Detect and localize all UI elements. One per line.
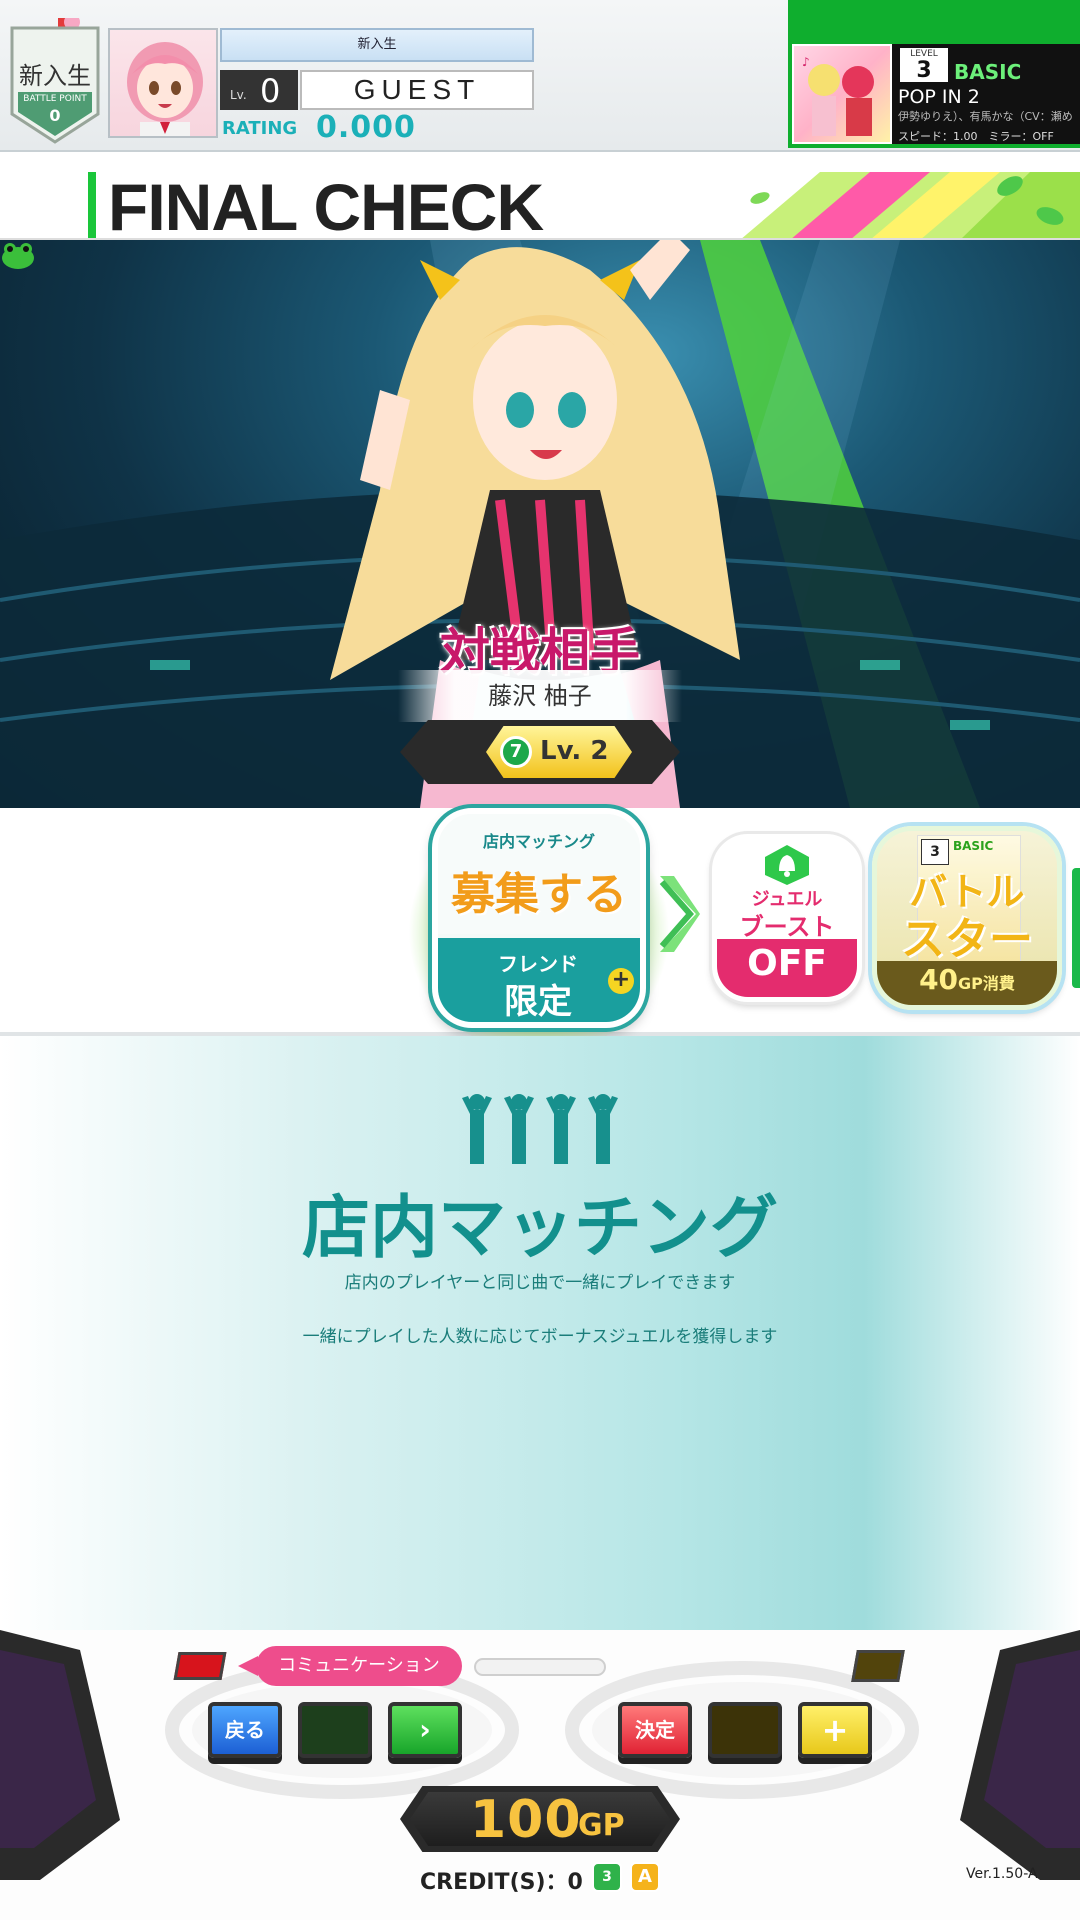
song-difficulty: BASIC: [954, 60, 1022, 84]
player-level-value: 0: [260, 72, 281, 110]
version-label: Ver.1.50-A: [966, 1866, 1038, 1882]
opponent-name: 藤沢 柚子: [398, 670, 682, 722]
plus-toggle-icon: +: [608, 968, 634, 994]
frog-mascot-icon: [2, 243, 34, 269]
matching-info-panel: 店内マッチング 店内のプレイヤーと同じ曲で一緒にプレイできます 一緒にプレイした…: [0, 1036, 1080, 1630]
play-settings: スピード：1.00 ミラー：OFF: [898, 130, 1054, 143]
final-check-options: 店内マッチング 募集する フレンド 限定 + ジュエル ブースト OFF 3 B…: [0, 808, 1080, 1052]
friend-only-line2: 限定: [504, 982, 572, 1022]
player-level-box: Lv. 0: [220, 70, 298, 110]
title-plate: 新入生: [220, 28, 534, 62]
rank-title: 新入生: [19, 62, 91, 90]
player-avatar: [108, 28, 218, 138]
jewel-boost-button[interactable]: ジュエル ブースト OFF: [712, 834, 862, 1002]
back-button[interactable]: 戻る: [208, 1702, 282, 1758]
boost-state: OFF: [747, 943, 827, 984]
card-slot: [474, 1658, 606, 1676]
communication-label: コミュニケーション: [256, 1646, 462, 1686]
banner-leaf-decoration: [742, 172, 1080, 238]
group-people-icon: [462, 1094, 618, 1164]
matching-action: 募集する: [451, 869, 627, 920]
chevron-right-icon: [659, 876, 700, 952]
battle-point-value: 0: [49, 106, 61, 125]
communication-pointer: [238, 1656, 258, 1676]
bell-icon: [765, 845, 809, 885]
song-level-value: 3: [916, 58, 932, 83]
communication-lamp: [173, 1652, 227, 1680]
gp-cost-value: 40: [919, 963, 959, 996]
battle-start-button[interactable]: 3 BASIC バトル スタート! 40GP消費: [872, 826, 1062, 1010]
friend-only-line1: フレンド: [498, 952, 578, 976]
right-lamp: [851, 1650, 905, 1682]
boost-label-line2: ブースト: [739, 913, 835, 941]
song-jacket: ♪: [792, 44, 892, 144]
stage-background: 対戦相手 藤沢 柚子 7 Lv. 2: [0, 240, 1080, 808]
network-status-icon: 3: [592, 1862, 622, 1892]
rating-value: 0.000: [316, 110, 416, 145]
aime-icon: A: [630, 1862, 660, 1892]
store-matching-button[interactable]: 店内マッチング 募集する フレンド 限定 +: [432, 808, 646, 1028]
svg-text:♪: ♪: [802, 55, 810, 69]
info-title: 店内マッチング: [301, 1189, 778, 1268]
banner-accent-bar: [88, 172, 96, 238]
opponent-level-icon: 7: [500, 736, 532, 768]
start-jacket-difficulty: BASIC: [953, 839, 994, 853]
player-header: 新入生 BATTLE POINT 0 新入生 Lv. 0 GUEST RATIN…: [0, 0, 1080, 152]
rank-badge: 新入生 BATTLE POINT 0: [10, 18, 100, 150]
matching-caption: 店内マッチング: [482, 832, 595, 851]
song-level-tab: LEVEL 3: [898, 46, 950, 84]
player-level-label: Lv.: [230, 88, 247, 102]
selected-song-panel: ♪ LEVEL 3 BASIC POP IN 2 伊勢ゆりえ）、有馬かな（CV：…: [788, 0, 1080, 148]
gp-value: 100: [470, 1790, 582, 1850]
opponent-level: Lv. 2: [540, 736, 609, 766]
battle-point-label: BATTLE POINT: [23, 94, 87, 104]
info-description-2: 一緒にプレイした人数に応じてボーナスジュエルを獲得します: [302, 1327, 778, 1347]
next-option-edge: [1072, 868, 1080, 988]
player-name: GUEST: [300, 70, 534, 110]
rating-label: RATING: [222, 118, 298, 139]
next-button[interactable]: ›: [388, 1702, 462, 1758]
decide-button[interactable]: 決定: [618, 1702, 692, 1758]
banner-title: FINAL CHECK: [108, 172, 544, 240]
control-deck: コミュニケーション 戻る › 決定 + 100 GP CREDIT(S)：0 3…: [0, 1630, 1080, 1920]
gp-cost-unit: GP消費: [958, 974, 1015, 993]
left-blank-button[interactable]: [298, 1702, 372, 1758]
gp-cost: 40GP消費: [877, 963, 1057, 996]
song-artist: 伊勢ゆりえ）、有馬かな（CV：瀬め: [898, 110, 1073, 123]
song-title: POP IN 2: [898, 86, 980, 108]
gp-unit: GP: [578, 1808, 625, 1843]
right-blank-button[interactable]: [708, 1702, 782, 1758]
plus-button[interactable]: +: [798, 1702, 872, 1758]
info-description-1: 店内のプレイヤーと同じ曲で一緒にプレイできます: [344, 1273, 736, 1293]
final-check-banner: FINAL CHECK: [0, 172, 1080, 240]
credit-count: CREDIT(S)：0: [420, 1870, 583, 1895]
